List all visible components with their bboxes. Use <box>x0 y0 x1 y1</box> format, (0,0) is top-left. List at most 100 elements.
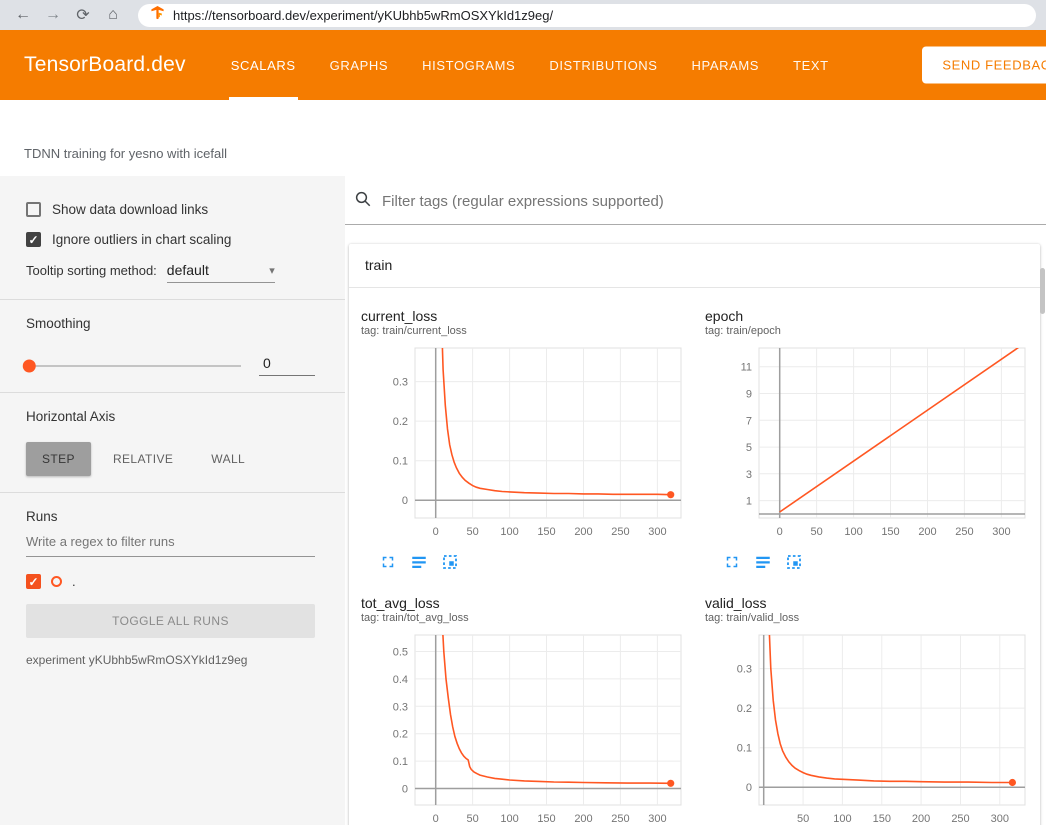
smoothing-slider[interactable] <box>26 365 241 367</box>
axis-relative-button[interactable]: RELATIVE <box>97 442 189 476</box>
axis-wall-button[interactable]: WALL <box>195 442 261 476</box>
svg-text:0.3: 0.3 <box>393 377 408 389</box>
svg-text:50: 50 <box>797 813 809 825</box>
line-chart-current-loss[interactable]: 05010015020025030000.10.20.3 <box>357 342 687 548</box>
axis-step-button[interactable]: STEP <box>26 442 91 476</box>
tag-filter-bar <box>345 176 1046 225</box>
browser-toolbar: ← → ⟳ ⌂ https://tensorboard.dev/experime… <box>0 0 1046 30</box>
tooltip-sorting-value: default <box>167 262 209 278</box>
tooltip-sorting-dropdown[interactable]: default ▾ <box>167 262 275 283</box>
run-name: . <box>72 574 76 589</box>
smoothing-value-input[interactable]: 0 <box>259 355 315 376</box>
ignore-outliers-checkbox-row[interactable]: ✓ Ignore outliers in chart scaling <box>26 232 315 247</box>
chart-card-epoch: epoch tag: train/epoch 05010015020025030… <box>701 300 1043 571</box>
svg-text:9: 9 <box>746 389 752 401</box>
svg-text:0.5: 0.5 <box>393 647 408 659</box>
sidebar-divider <box>0 492 345 493</box>
tab-scalars[interactable]: SCALARS <box>229 30 298 100</box>
tensorboard-favicon-icon <box>150 5 165 25</box>
tab-histograms[interactable]: HISTOGRAMS <box>420 30 517 100</box>
svg-text:0.2: 0.2 <box>393 416 408 428</box>
line-chart-valid-loss[interactable]: 5010015020025030000.10.20.3 <box>701 629 1031 825</box>
svg-text:300: 300 <box>991 813 1009 825</box>
show-download-links-label: Show data download links <box>52 202 208 217</box>
svg-text:200: 200 <box>918 526 936 538</box>
back-icon[interactable]: ← <box>10 2 36 28</box>
tab-hparams[interactable]: HPARAMS <box>690 30 762 100</box>
run-list-item[interactable]: ✓ . <box>26 574 315 589</box>
svg-text:0: 0 <box>433 526 439 538</box>
svg-text:100: 100 <box>500 526 518 538</box>
svg-text:150: 150 <box>537 526 555 538</box>
svg-text:1: 1 <box>746 496 752 508</box>
svg-text:150: 150 <box>881 526 899 538</box>
tab-distributions[interactable]: DISTRIBUTIONS <box>547 30 659 100</box>
show-download-links-checkbox-row[interactable]: ✓ Show data download links <box>26 202 315 217</box>
charts-grid: current_loss tag: train/current_loss 050… <box>349 288 1040 825</box>
expand-chart-icon[interactable] <box>723 553 741 571</box>
run-checkbox[interactable]: ✓ <box>26 574 41 589</box>
tag-group-title[interactable]: train <box>349 244 1040 288</box>
runs-regex-input[interactable] <box>26 524 315 557</box>
svg-text:200: 200 <box>912 813 930 825</box>
svg-text:0: 0 <box>746 782 752 794</box>
svg-text:0.2: 0.2 <box>737 703 752 715</box>
svg-text:200: 200 <box>574 526 592 538</box>
show-download-links-checkbox[interactable]: ✓ <box>26 202 41 217</box>
chart-tag: tag: train/current_loss <box>361 325 699 337</box>
log-scale-icon[interactable] <box>754 553 772 571</box>
svg-text:50: 50 <box>466 813 478 825</box>
fit-domain-icon[interactable] <box>785 553 803 571</box>
fit-domain-icon[interactable] <box>441 553 459 571</box>
svg-text:300: 300 <box>648 526 666 538</box>
svg-text:0.2: 0.2 <box>393 729 408 741</box>
svg-text:200: 200 <box>574 813 592 825</box>
svg-text:250: 250 <box>955 526 973 538</box>
ignore-outliers-checkbox[interactable]: ✓ <box>26 232 41 247</box>
send-feedback-button[interactable]: SEND FEEDBACK <box>922 47 1046 84</box>
app-header: TensorBoard.dev SCALARS GRAPHS HISTOGRAM… <box>0 30 1046 100</box>
line-chart-tot-avg-loss[interactable]: 05010015020025030000.10.20.30.40.5 <box>357 629 687 825</box>
chart-card-valid-loss: valid_loss tag: train/valid_loss 5010015… <box>701 587 1043 825</box>
tooltip-sorting-label: Tooltip sorting method: <box>26 263 157 278</box>
chart-card-current-loss: current_loss tag: train/current_loss 050… <box>357 300 699 571</box>
svg-text:50: 50 <box>810 526 822 538</box>
svg-text:0.1: 0.1 <box>737 743 752 755</box>
run-color-swatch-icon <box>51 576 62 587</box>
svg-text:0: 0 <box>402 784 408 796</box>
smoothing-slider-thumb[interactable] <box>23 359 36 372</box>
svg-text:100: 100 <box>500 813 518 825</box>
line-chart-epoch[interactable]: 0501001502002503001357911 <box>701 342 1031 548</box>
address-bar[interactable]: https://tensorboard.dev/experiment/yKUbh… <box>138 4 1036 27</box>
scrollbar[interactable] <box>1040 268 1045 314</box>
chart-card-tot-avg-loss: tot_avg_loss tag: train/tot_avg_loss 050… <box>357 587 699 825</box>
svg-text:250: 250 <box>611 813 629 825</box>
search-icon <box>354 190 372 213</box>
reload-icon[interactable]: ⟳ <box>70 2 96 28</box>
scalars-main-panel: train current_loss tag: train/current_lo… <box>345 176 1046 825</box>
svg-text:100: 100 <box>844 526 862 538</box>
url-text[interactable]: https://tensorboard.dev/experiment/yKUbh… <box>173 8 553 23</box>
svg-text:0.3: 0.3 <box>737 664 752 676</box>
chart-tag: tag: train/epoch <box>705 325 1043 337</box>
sidebar-divider <box>0 392 345 393</box>
chart-title: tot_avg_loss <box>361 595 699 611</box>
tab-graphs[interactable]: GRAPHS <box>328 30 391 100</box>
app-logo[interactable]: TensorBoard.dev <box>24 53 186 77</box>
svg-text:250: 250 <box>611 526 629 538</box>
log-scale-icon[interactable] <box>410 553 428 571</box>
svg-text:150: 150 <box>537 813 555 825</box>
tag-filter-input[interactable] <box>382 193 1046 210</box>
svg-text:7: 7 <box>746 415 752 427</box>
tab-text[interactable]: TEXT <box>791 30 831 100</box>
svg-text:300: 300 <box>648 813 666 825</box>
expand-chart-icon[interactable] <box>379 553 397 571</box>
forward-icon[interactable]: → <box>40 2 66 28</box>
experiment-title: TDNN training for yesno with icefall <box>24 146 227 161</box>
toggle-all-runs-button[interactable]: TOGGLE ALL RUNS <box>26 604 315 638</box>
svg-text:0.4: 0.4 <box>393 674 408 686</box>
svg-text:0: 0 <box>433 813 439 825</box>
svg-text:250: 250 <box>951 813 969 825</box>
home-icon[interactable]: ⌂ <box>100 2 126 28</box>
svg-text:0.1: 0.1 <box>393 456 408 468</box>
